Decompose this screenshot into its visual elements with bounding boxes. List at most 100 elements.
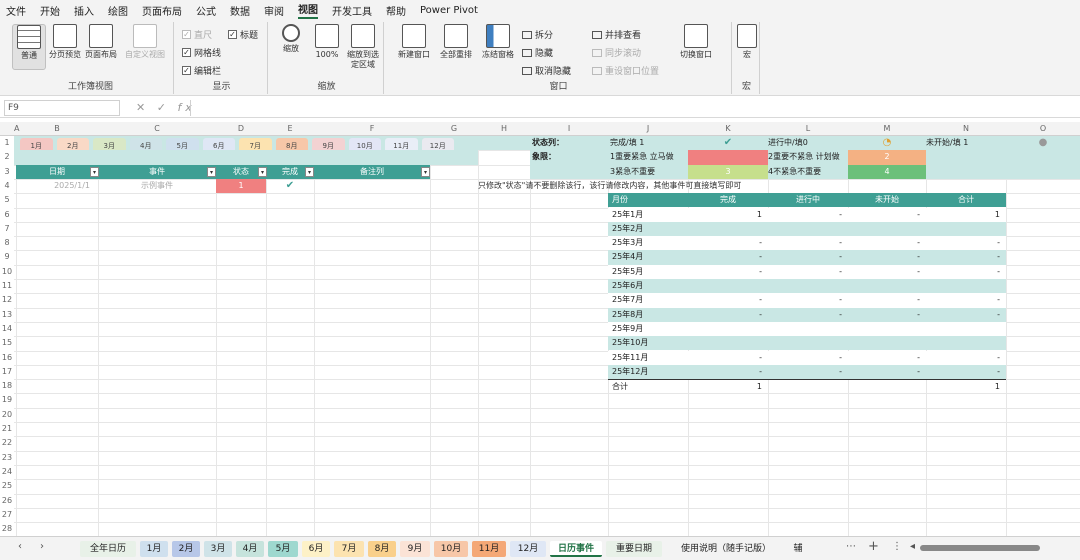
macros-button[interactable]: 宏 xyxy=(734,24,760,60)
menu-item-11[interactable]: Power Pivot xyxy=(420,5,478,16)
headings-checkbox[interactable]: ✓ 标题 xyxy=(228,28,258,41)
sheet-tab-13[interactable]: 日历事件 xyxy=(550,541,602,557)
sheet-tab-4[interactable]: 4月 xyxy=(236,541,264,557)
page-layout-button[interactable]: 页面布局 xyxy=(84,24,118,60)
normal-view-button[interactable]: 普通 xyxy=(12,24,46,70)
gridlines-checkbox[interactable]: ✓ 网格线 xyxy=(182,46,221,59)
column-header-I[interactable]: I xyxy=(530,124,608,133)
row-header-6[interactable]: 6 xyxy=(0,208,14,222)
menu-item-0[interactable]: 文件 xyxy=(6,3,26,18)
sheet-tab-1[interactable]: 1月 xyxy=(140,541,168,557)
menu-item-3[interactable]: 绘图 xyxy=(108,3,128,18)
hide-button[interactable]: 隐藏 xyxy=(522,46,553,59)
menu-item-7[interactable]: 审阅 xyxy=(264,3,284,18)
freeze-panes-button[interactable]: 冻结窗格 xyxy=(478,24,518,60)
filter-dropdown-icon[interactable]: ▾ xyxy=(258,166,267,177)
horizontal-scrollbar[interactable] xyxy=(920,545,1040,551)
row-header-7[interactable]: 7 xyxy=(0,222,14,236)
fx-icon[interactable]: fx xyxy=(177,101,195,114)
row-header-12[interactable]: 12 xyxy=(0,293,14,307)
column-header-H[interactable]: H xyxy=(478,124,530,133)
row-header-2[interactable]: 2 xyxy=(0,150,14,164)
row-header-17[interactable]: 17 xyxy=(0,365,14,379)
column-header-J[interactable]: J xyxy=(608,124,688,133)
sample-check[interactable]: ✔ xyxy=(266,179,314,193)
row-header-24[interactable]: 24 xyxy=(0,465,14,479)
sheet-tab-7[interactable]: 7月 xyxy=(334,541,364,557)
sync-scroll-button[interactable]: 同步滚动 xyxy=(592,46,641,59)
sheet-tab-11[interactable]: 11月 xyxy=(472,541,506,557)
row-header-9[interactable]: 9 xyxy=(0,250,14,264)
row-header-28[interactable]: 28 xyxy=(0,522,14,536)
menu-item-10[interactable]: 帮助 xyxy=(386,3,406,18)
column-header-C[interactable]: C xyxy=(98,124,216,133)
new-window-button[interactable]: 新建窗口 xyxy=(394,24,434,60)
menu-item-8[interactable]: 视图 xyxy=(298,1,318,19)
sample-date[interactable]: 2025/1/1 xyxy=(16,179,98,193)
column-header-G[interactable]: G xyxy=(430,124,478,133)
header-notes[interactable]: 备注列 xyxy=(314,164,430,179)
sheet-tab-2[interactable]: 2月 xyxy=(172,541,200,557)
split-button[interactable]: 拆分 xyxy=(522,28,553,41)
menu-item-6[interactable]: 数据 xyxy=(230,3,250,18)
unhide-button[interactable]: 取消隐藏 xyxy=(522,64,571,77)
zoom-to-selection-button[interactable]: 缩放到选定区域 xyxy=(344,24,382,70)
column-header-E[interactable]: E xyxy=(266,124,314,133)
sheet-tab-3[interactable]: 3月 xyxy=(204,541,232,557)
zoom-100-button[interactable]: 100% xyxy=(310,24,344,60)
zoom-button[interactable]: 缩放 xyxy=(274,24,308,54)
next-sheet-icon[interactable]: › xyxy=(40,541,44,552)
header-event[interactable]: 事件 xyxy=(98,164,216,179)
row-header-13[interactable]: 13 xyxy=(0,308,14,322)
sheet-options-icon[interactable]: ⋮ xyxy=(892,541,902,552)
page-break-preview-button[interactable]: 分页预览 xyxy=(48,24,82,60)
row-header-27[interactable]: 27 xyxy=(0,508,14,522)
row-header-11[interactable]: 11 xyxy=(0,279,14,293)
row-header-16[interactable]: 16 xyxy=(0,351,14,365)
sheet-tab-14[interactable]: 重要日期 xyxy=(606,541,662,557)
row-header-26[interactable]: 26 xyxy=(0,494,14,508)
ruler-checkbox[interactable]: ✓ 直尺 xyxy=(182,28,212,41)
row-header-14[interactable]: 14 xyxy=(0,322,14,336)
row-header-8[interactable]: 8 xyxy=(0,236,14,250)
menu-item-9[interactable]: 开发工具 xyxy=(332,3,372,18)
row-header-23[interactable]: 23 xyxy=(0,451,14,465)
sheet-tab-16[interactable]: 辅 xyxy=(790,541,806,557)
name-box[interactable]: F9 xyxy=(4,100,120,116)
menu-item-4[interactable]: 页面布局 xyxy=(142,3,182,18)
sheet-tab-0[interactable]: 全年日历 xyxy=(80,541,136,557)
row-header-21[interactable]: 21 xyxy=(0,422,14,436)
row-header-19[interactable]: 19 xyxy=(0,393,14,407)
enter-icon[interactable]: ✓ xyxy=(157,101,170,114)
arrange-all-button[interactable]: 全部重排 xyxy=(436,24,476,60)
menu-item-5[interactable]: 公式 xyxy=(196,3,216,18)
column-header-M[interactable]: M xyxy=(848,124,926,133)
sheet-tab-15[interactable]: 使用说明（随手记版） xyxy=(666,541,786,557)
add-sheet-icon[interactable]: + xyxy=(868,539,879,554)
side-by-side-button[interactable]: 并排查看 xyxy=(592,28,641,41)
row-header-25[interactable]: 25 xyxy=(0,479,14,493)
scroll-left-icon[interactable]: ◂ xyxy=(910,541,915,552)
column-header-L[interactable]: L xyxy=(768,124,848,133)
filter-dropdown-icon[interactable]: ▾ xyxy=(305,166,314,177)
custom-views-button[interactable]: 自定义视图 xyxy=(122,24,168,60)
row-header-15[interactable]: 15 xyxy=(0,336,14,350)
reset-position-button[interactable]: 重设窗口位置 xyxy=(592,64,659,77)
sheet-tab-9[interactable]: 9月 xyxy=(400,541,430,557)
row-header-18[interactable]: 18 xyxy=(0,379,14,393)
formula-bar-checkbox[interactable]: ✓ 编辑栏 xyxy=(182,64,221,77)
row-header-10[interactable]: 10 xyxy=(0,265,14,279)
row-header-20[interactable]: 20 xyxy=(0,408,14,422)
column-header-D[interactable]: D xyxy=(216,124,266,133)
prev-sheet-icon[interactable]: ‹ xyxy=(18,541,22,552)
more-sheets-icon[interactable]: ⋯ xyxy=(846,541,856,552)
column-header-O[interactable]: O xyxy=(1006,124,1080,133)
header-date[interactable]: 日期 xyxy=(16,164,98,179)
sample-status[interactable]: 1 xyxy=(216,178,266,194)
sheet-tab-6[interactable]: 6月 xyxy=(302,541,330,557)
menu-item-2[interactable]: 插入 xyxy=(74,3,94,18)
sheet-tab-5[interactable]: 5月 xyxy=(268,541,298,557)
filter-dropdown-icon[interactable]: ▾ xyxy=(421,166,430,177)
sheet-tab-10[interactable]: 10月 xyxy=(434,541,468,557)
filter-dropdown-icon[interactable]: ▾ xyxy=(207,166,216,177)
